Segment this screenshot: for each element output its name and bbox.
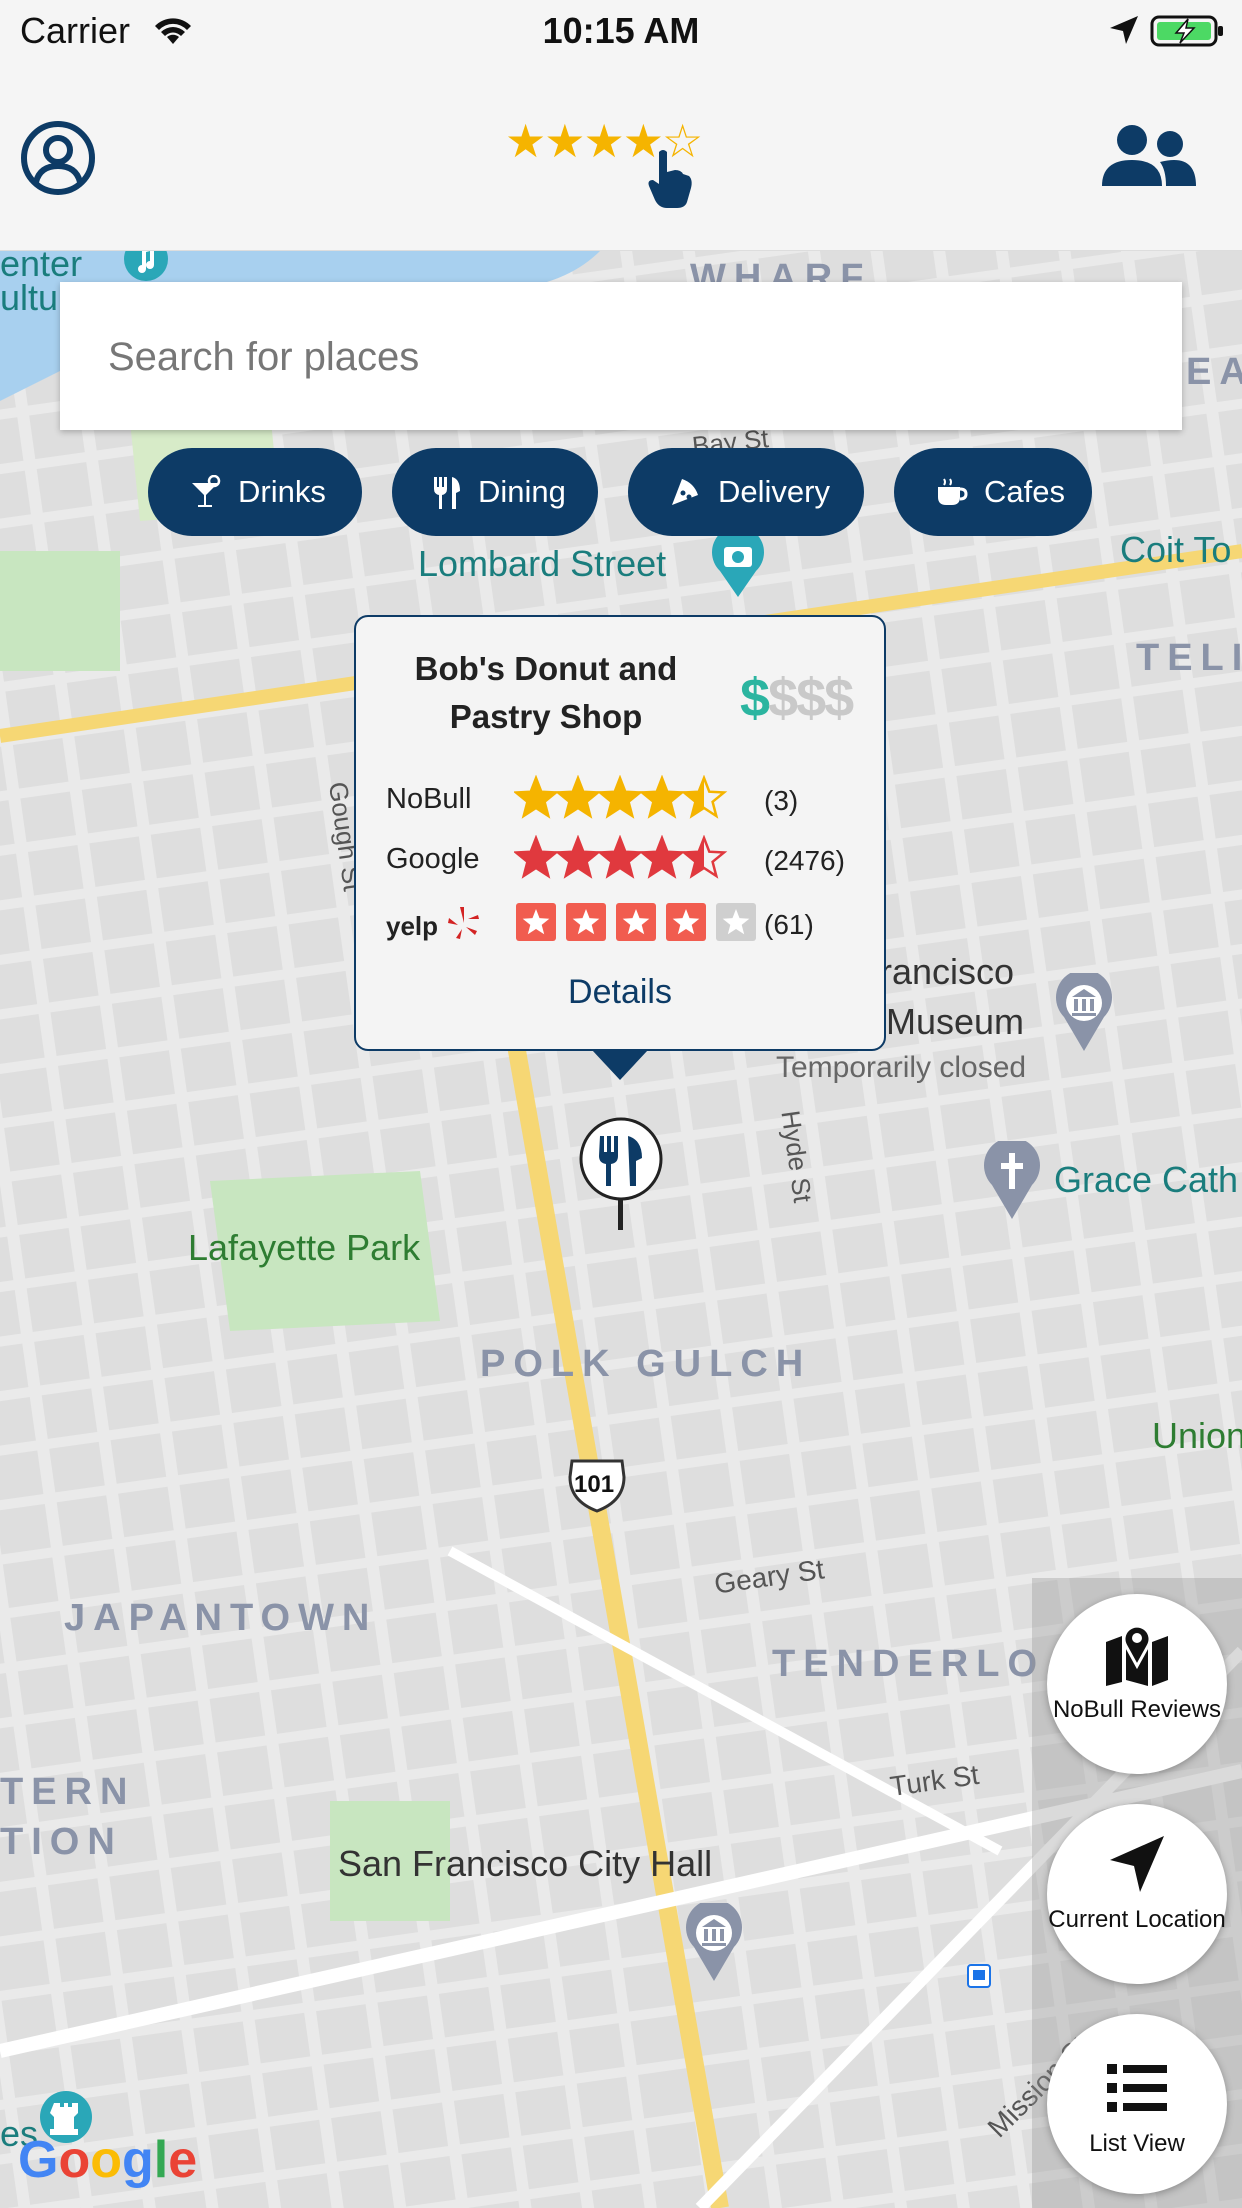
filter-chip-label: Drinks [238,474,326,509]
price-active: $ [740,668,770,728]
map-label-museum: Museum [886,1001,1025,1042]
city-hall-pin-icon [686,1903,742,1981]
filter-chip-cafes[interactable]: Cafes [894,448,1092,536]
filter-chip-label: Cafes [984,474,1065,509]
list-view-button[interactable]: List View [1047,2014,1227,2194]
pointer-hand-icon [648,150,692,208]
filter-chip-drinks[interactable]: Drinks [148,448,362,536]
map-label-coit: Coit To [1120,529,1232,570]
place-info-popup[interactable]: Bob's Donut and Pastry Shop $$$$ NoBull … [354,615,886,1051]
rating-count: (3) [764,785,799,816]
battery-icon [1150,15,1223,47]
rating-star [638,835,686,879]
map-label-francisco: rancisco [880,951,1015,992]
rating-count: (2476) [764,845,845,876]
google-logo-letter: o [90,2131,122,2189]
users-icon[interactable] [1100,124,1196,188]
google-logo-letter: e [168,2131,198,2189]
map-label-western-addition-2: TION [0,1821,123,1863]
search-bar [60,282,1182,430]
fab-label: List View [1089,2130,1185,2157]
filter-chip-label: Delivery [718,474,830,509]
rating-star [596,775,644,819]
rating-row-nobull: NoBull (3) [386,775,866,825]
cocktail-icon [192,475,221,507]
museum-pin-icon [1056,973,1112,1051]
coffee-icon [938,478,968,505]
map-label-polk-gulch: POLK GULCH [480,1343,812,1385]
rating-star [596,835,644,879]
rating-row-yelp: yelp (61) [386,899,866,949]
rating-star [514,775,560,819]
price-level: $$$$ [740,667,854,729]
filter-chip-label: Dining [478,474,566,509]
pizza-icon [672,479,698,505]
church-pin-icon [984,1141,1040,1219]
map-label-lombard: Lombard Street [418,543,667,584]
nobull-star-rating [514,775,728,819]
map-label-japantown: JAPANTOWN [64,1597,378,1639]
rating-source: NoBull [386,783,472,815]
popup-pointer [592,1050,648,1080]
transit-icon [967,1964,991,1988]
google-logo-letter: o [58,2131,91,2189]
search-input[interactable] [106,326,1130,388]
profile-icon[interactable] [20,120,96,196]
map-label-route-101: 101 [574,1471,615,1498]
google-logo-letter: G [18,2131,59,2189]
google-star-rating [514,835,728,879]
camera-pin-icon [712,529,764,597]
map-label-culture: ultu [0,277,59,318]
yelp-logo: yelp [386,911,439,941]
fab-label: Current Location [1048,1906,1226,1933]
rating-star [554,775,602,819]
place-name: Bob's Donut and Pastry Shop [414,650,678,735]
map-label-temp-closed: Temporarily closed [776,1051,1027,1084]
location-services-icon [1110,16,1138,44]
yelp-star-rating [516,903,756,941]
restaurant-pin-icon[interactable] [578,1116,664,1232]
clock: 10:15 AM [542,10,700,51]
map-label-tel: TELI [1136,637,1242,679]
rating-star [514,835,560,879]
filter-chip-delivery[interactable]: Delivery [628,448,864,536]
current-location-button[interactable]: Current Location [1047,1804,1227,1984]
rating-star [554,835,602,879]
location-arrow-icon [1110,1836,1164,1892]
rating-count: (61) [764,909,814,940]
google-logo-letter: l [153,2131,169,2189]
app-header: ★★★★☆ [0,62,1242,251]
map-label-city-hall: San Francisco City Hall [338,1843,713,1884]
map-marker-icon [1106,1624,1168,1686]
utensils-icon [434,477,460,509]
google-logo: Google [18,2130,197,2190]
google-logo-letter: g [121,2131,154,2189]
list-icon [1107,2064,1167,2112]
rating-star [638,775,686,819]
yelp-burst-icon [448,907,479,939]
details-link[interactable]: Details [356,973,884,1012]
map-label-tenderloin: TENDERLO [772,1643,1045,1685]
nobull-reviews-button[interactable]: NoBull Reviews [1047,1594,1227,1774]
map-label-ea: EA [1186,351,1242,393]
rating-source: Google [386,843,480,875]
map-label-lafayette: Lafayette Park [188,1227,421,1268]
map-label-western-addition-1: TERN [0,1771,136,1813]
filter-chip-dining[interactable]: Dining [392,448,598,536]
rating-row-google: Google (2476) [386,835,866,885]
map-label-union: Union [1152,1415,1242,1456]
map-label-grace: Grace Cath [1054,1159,1239,1200]
price-inactive: $$$ [768,668,854,728]
fab-label: NoBull Reviews [1052,1696,1222,1723]
status-bar: Carrier 10:15 AM [0,0,1242,62]
